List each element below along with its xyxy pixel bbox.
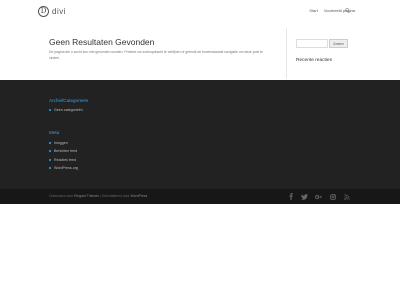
footer-credits: Ontworpen door Elegant Themes | Geïnstal… <box>49 194 147 198</box>
page-background <box>0 204 400 300</box>
credits-platform-link[interactable]: WordPress <box>131 194 148 198</box>
page-title: Geen Resultaten Gevonden <box>49 37 155 47</box>
main-content: Geen Resultaten Gevonden De pagina die u… <box>0 23 400 80</box>
nav-item-sample-page[interactable]: Voorbeeld pagina <box>324 8 355 13</box>
credits-theme-link[interactable]: Elegant Themes <box>74 194 99 198</box>
meta-link-comments-feed[interactable]: Reacties feed <box>54 158 76 162</box>
recent-comments-title: Recente reacties <box>296 58 332 63</box>
logo-text: divi <box>52 7 67 16</box>
meta-link-posts-feed[interactable]: Berichten feed <box>54 149 77 153</box>
bullet-icon <box>49 158 51 161</box>
nav-item-start[interactable]: Start <box>309 8 317 13</box>
sidebar-divider <box>286 28 287 79</box>
sidebar: Zoeken Recente reacties <box>296 39 350 63</box>
site-header: D divi Start Voorbeeld pagina <box>0 0 400 23</box>
footer-bottom: Ontworpen door Elegant Themes | Geïnstal… <box>0 189 400 204</box>
meta-title: Meta <box>49 130 60 135</box>
meta-link-wordpress[interactable]: WordPress.org <box>54 166 78 170</box>
meta-list: Inloggen Berichten feed Reacties feed Wo… <box>49 139 78 172</box>
rss-icon[interactable] <box>343 193 350 200</box>
credits-separator: | <box>99 194 101 198</box>
not-found-message: De pagina die u zocht kon niet gevonden … <box>49 50 263 60</box>
credits-middle: Geïnstalleerd door <box>101 194 130 198</box>
list-item: Reacties feed <box>49 156 78 164</box>
instagram-icon[interactable] <box>329 193 336 200</box>
search-icon[interactable] <box>345 8 350 13</box>
bullet-icon <box>49 109 51 112</box>
google-plus-icon[interactable] <box>315 193 322 200</box>
sidebar-search-button[interactable]: Zoeken <box>329 39 348 48</box>
credits-prefix: Ontworpen door <box>49 194 74 198</box>
footer-widgets: ArchiefCategorieën Geen categorieën Meta… <box>0 80 400 189</box>
twitter-icon[interactable] <box>301 193 308 200</box>
list-item: Berichten feed <box>49 147 78 155</box>
bullet-icon <box>49 150 51 153</box>
facebook-icon[interactable] <box>287 193 294 200</box>
sidebar-search-input[interactable] <box>296 39 328 48</box>
list-item: Inloggen <box>49 139 78 147</box>
list-item: WordPress.org <box>49 164 78 172</box>
sidebar-search: Zoeken <box>296 39 350 48</box>
list-item: Geen categorieën <box>49 106 83 114</box>
bullet-icon <box>49 142 51 145</box>
meta-link-login[interactable]: Inloggen <box>54 141 68 145</box>
site-logo[interactable]: D divi <box>38 5 66 18</box>
content-area: Geen Resultaten Gevonden De pagina die u… <box>49 37 284 61</box>
logo-mark: D <box>38 6 49 17</box>
category-label: Geen categorieën <box>54 108 83 113</box>
social-icons <box>287 193 350 200</box>
categories-list: Geen categorieën <box>49 106 83 114</box>
bullet-icon <box>49 167 51 170</box>
archives-title: ArchiefCategorieën <box>49 98 89 103</box>
